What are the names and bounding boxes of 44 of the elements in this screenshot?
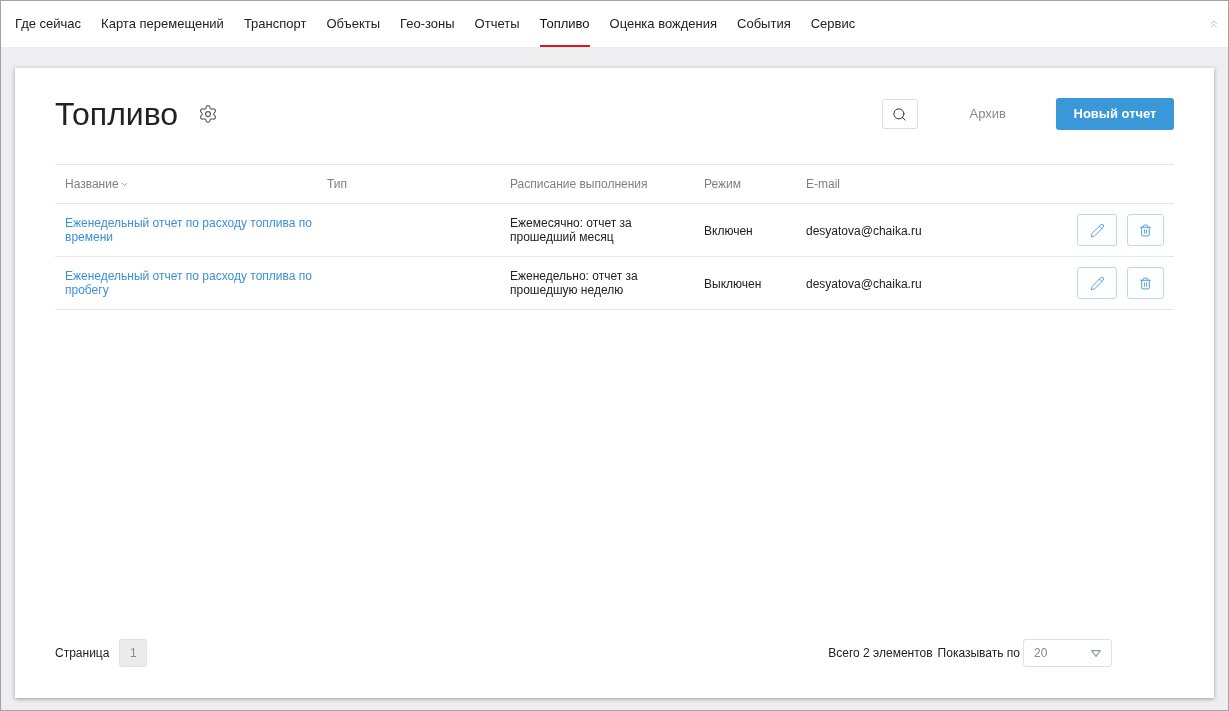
pencil-icon	[1089, 275, 1105, 291]
nav-tab[interactable]: Гео-зоны	[390, 1, 465, 47]
nav-tab[interactable]: События	[727, 1, 801, 47]
pencil-icon	[1089, 222, 1105, 238]
trash-icon	[1139, 276, 1152, 290]
edit-button[interactable]	[1077, 267, 1117, 299]
page-button[interactable]: 1	[119, 639, 148, 667]
email-text: desyatova@chaika.ru	[806, 224, 922, 238]
nav-tab[interactable]: Оценка вождения	[599, 1, 728, 47]
nav-tab[interactable]: Карта перемещений	[91, 1, 234, 47]
search-icon	[892, 106, 908, 122]
mode-text: Выключен	[704, 277, 762, 291]
nav-tab[interactable]: Отчеты	[464, 1, 530, 47]
double-chevron-icon[interactable]	[1208, 18, 1220, 30]
column-header[interactable]: Режим	[704, 175, 741, 193]
search-button[interactable]	[881, 99, 918, 129]
settings-icon[interactable]	[198, 104, 219, 124]
delete-button[interactable]	[1127, 214, 1164, 246]
nav-tab[interactable]: Объекты	[316, 1, 391, 47]
nav-tab[interactable]: Где сейчас	[5, 1, 92, 47]
column-header[interactable]: Тип	[327, 175, 347, 193]
delete-button[interactable]	[1127, 267, 1164, 299]
report-name-link[interactable]: Еженедельный отчет по расходу топлива по времени	[65, 216, 315, 244]
page-size-label: Показывать по	[937, 645, 1020, 662]
page-size-select[interactable]: 20	[1023, 639, 1112, 667]
new-report-button[interactable]: Новый отчет	[1056, 98, 1174, 130]
report-name-link[interactable]: Еженедельный отчет по расходу топлива по пробегу	[65, 269, 315, 297]
archive-link[interactable]: Архив	[969, 104, 1006, 124]
column-header[interactable]: E-mail	[806, 175, 840, 193]
column-header[interactable]: Название	[65, 175, 129, 193]
page-label: Страница	[55, 645, 110, 662]
page-title: Топливо	[55, 98, 179, 130]
nav-tab[interactable]: Сервис	[800, 1, 866, 47]
mode-text: Включен	[704, 224, 753, 238]
edit-button[interactable]	[1077, 214, 1117, 246]
column-header[interactable]: Расписание выполнения	[510, 175, 648, 193]
schedule-text: Ежемесячно: отчет за прошедший месяц	[510, 216, 633, 244]
nav-tab[interactable]: Топливо	[529, 1, 600, 47]
dropdown-triangle-icon	[1091, 649, 1101, 657]
nav-tab[interactable]: Транспорт	[233, 1, 317, 47]
email-text: desyatova@chaika.ru	[806, 277, 922, 291]
total-count-text: Всего 2 элементов	[828, 645, 933, 662]
schedule-text: Еженедельно: отчет за прошедшую неделю	[510, 269, 639, 297]
trash-icon	[1139, 223, 1152, 237]
